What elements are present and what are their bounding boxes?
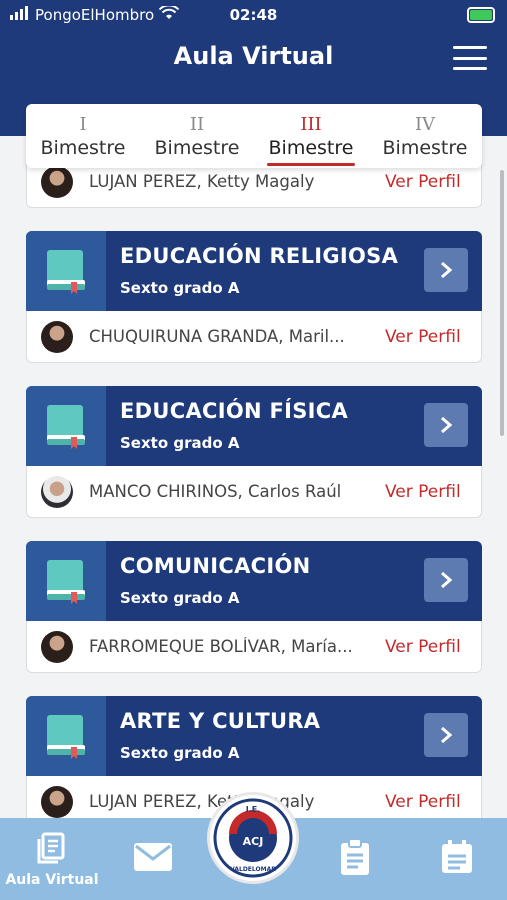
status-bar: PongoElHombro 02:48 <box>0 0 507 32</box>
teacher-row: CHUQUIRUNA GRANDA, Maril... Ver Perfil <box>26 311 482 363</box>
chevron-right-icon[interactable] <box>424 403 468 447</box>
tab-bimestre-4[interactable]: IV Bimestre <box>368 104 482 168</box>
view-profile-link[interactable]: Ver Perfil <box>385 482 461 502</box>
book-icon <box>26 386 106 466</box>
chevron-right-icon[interactable] <box>424 713 468 757</box>
tab-label: Bimestre <box>154 137 240 159</box>
teacher-name: LUJAN PEREZ, Ketty Magaly <box>89 172 315 191</box>
course-title: EDUCACIÓN FÍSICA <box>120 399 349 423</box>
bimestre-tabs: I Bimestre II Bimestre III Bimestre IV B… <box>26 104 482 168</box>
clipboard-icon <box>338 838 372 880</box>
envelope-icon <box>132 840 174 878</box>
course-grade: Sexto grado A <box>120 279 240 297</box>
course-title: COMUNICACIÓN <box>120 554 311 578</box>
school-logo[interactable]: I.E. ACJ VALDELOMAR <box>207 792 299 884</box>
tab-bimestre-3[interactable]: III Bimestre <box>254 104 368 168</box>
tab-bimestre-1[interactable]: I Bimestre <box>26 104 140 168</box>
tab-label: Bimestre <box>268 137 354 159</box>
course-title: EDUCACIÓN RELIGIOSA <box>120 244 399 268</box>
nav-messages[interactable] <box>130 818 176 900</box>
chevron-right-icon[interactable] <box>424 558 468 602</box>
clock: 02:48 <box>229 6 278 24</box>
course-card-header[interactable]: ARTE Y CULTURA Sexto grado A <box>26 696 482 776</box>
svg-text:I.E.: I.E. <box>246 805 261 814</box>
tab-label: Bimestre <box>40 137 126 159</box>
tab-label: Bimestre <box>382 137 468 159</box>
nav-label: Aula Virtual <box>5 871 99 888</box>
view-profile-link[interactable]: Ver Perfil <box>385 792 461 812</box>
tab-bimestre-2[interactable]: II Bimestre <box>140 104 254 168</box>
svg-text:ACJ: ACJ <box>243 835 264 848</box>
scrollbar[interactable] <box>500 170 504 436</box>
book-icon <box>26 231 106 311</box>
course-title: ARTE Y CULTURA <box>120 709 321 733</box>
tab-numeral: II <box>189 114 205 135</box>
course-grade: Sexto grado A <box>120 589 240 607</box>
book-icon <box>26 696 106 776</box>
hamburger-menu-icon[interactable] <box>453 46 487 70</box>
calendar-icon <box>440 839 474 879</box>
course-grade: Sexto grado A <box>120 434 240 452</box>
tab-numeral: III <box>300 114 322 135</box>
book-icon <box>26 541 106 621</box>
view-profile-link[interactable]: Ver Perfil <box>385 327 461 347</box>
school-crest-icon: I.E. ACJ VALDELOMAR <box>213 798 293 878</box>
nav-calendar[interactable] <box>436 818 478 900</box>
teacher-name: FARROMEQUE BOLÍVAR, María... <box>89 637 353 656</box>
teacher-avatar <box>41 630 73 663</box>
teacher-row: FARROMEQUE BOLÍVAR, María... Ver Perfil <box>26 621 482 673</box>
teacher-avatar <box>41 320 73 353</box>
tab-numeral: I <box>79 114 87 135</box>
svg-text:VALDELOMAR: VALDELOMAR <box>230 866 276 873</box>
course-grade: Sexto grado A <box>120 744 240 762</box>
course-list[interactable]: LUJAN PEREZ, Ketty Magaly Ver Perfil EDU… <box>0 136 507 818</box>
battery-icon <box>467 7 495 23</box>
nav-tasks[interactable] <box>334 818 376 900</box>
nav-aula-virtual[interactable]: Aula Virtual <box>4 818 100 900</box>
view-profile-link[interactable]: Ver Perfil <box>385 637 461 657</box>
teacher-row: MANCO CHIRINOS, Carlos Raúl Ver Perfil <box>26 466 482 518</box>
teacher-avatar <box>41 785 73 818</box>
teacher-avatar <box>41 475 73 508</box>
notes-icon <box>35 831 69 869</box>
course-card-header[interactable]: COMUNICACIÓN Sexto grado A <box>26 541 482 621</box>
teacher-name: MANCO CHIRINOS, Carlos Raúl <box>89 482 342 501</box>
teacher-name: CHUQUIRUNA GRANDA, Maril... <box>89 327 345 346</box>
course-card-header[interactable]: EDUCACIÓN FÍSICA Sexto grado A <box>26 386 482 466</box>
tab-numeral: IV <box>414 114 436 135</box>
teacher-avatar <box>41 165 73 198</box>
page-title: Aula Virtual <box>173 42 334 70</box>
course-card-header[interactable]: EDUCACIÓN RELIGIOSA Sexto grado A <box>26 231 482 311</box>
view-profile-link[interactable]: Ver Perfil <box>385 172 461 192</box>
chevron-right-icon[interactable] <box>424 248 468 292</box>
